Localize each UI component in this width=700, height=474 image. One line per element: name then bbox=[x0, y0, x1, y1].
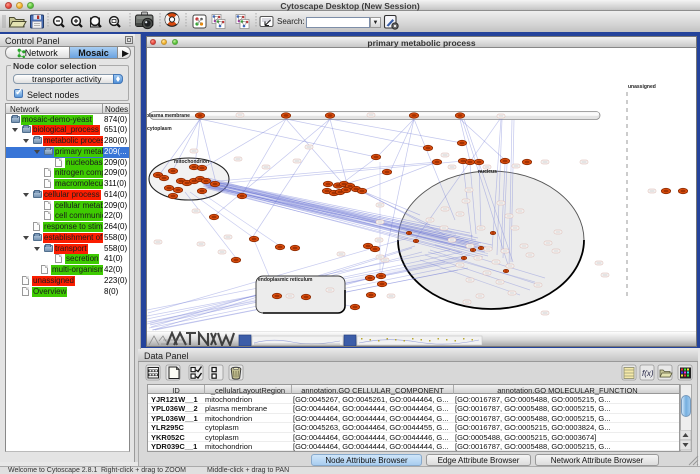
svg-text:nucleus: nucleus bbox=[478, 169, 497, 175]
svg-text:unassigned: unassigned bbox=[628, 84, 656, 90]
svg-text:endoplasmic reticulum: endoplasmic reticulum bbox=[258, 277, 313, 283]
svg-text:cytoplasm: cytoplasm bbox=[147, 126, 172, 132]
svg-text:plasma membrane: plasma membrane bbox=[147, 113, 190, 119]
svg-text:mitochondrion: mitochondrion bbox=[174, 159, 209, 165]
svg-text:f(x): f(x) bbox=[642, 369, 654, 378]
